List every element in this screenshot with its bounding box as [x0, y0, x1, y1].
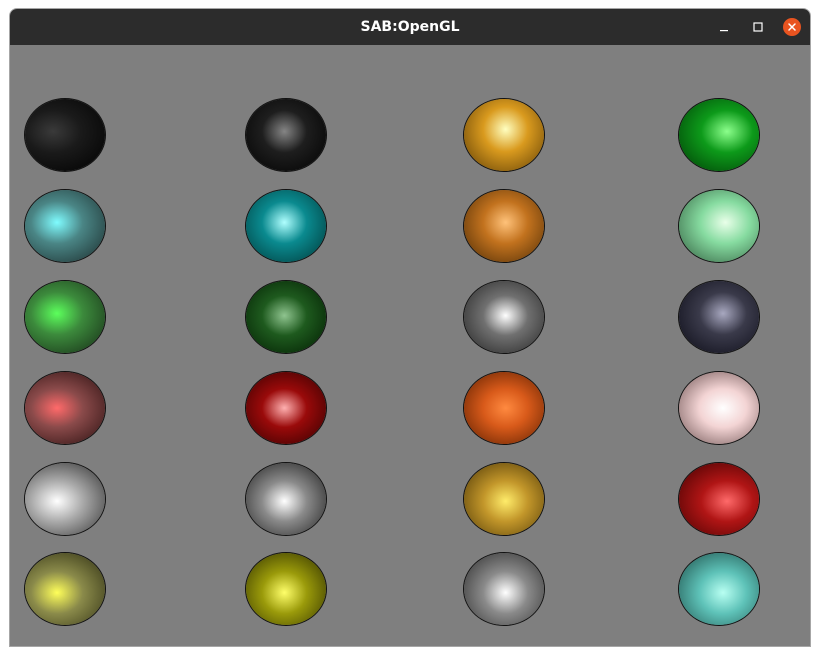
sphere-mint	[679, 190, 759, 262]
sphere-red-plastic	[25, 372, 105, 444]
sphere-emerald-green	[679, 99, 759, 171]
sphere-red-rubber	[679, 463, 759, 535]
sphere-orange	[464, 372, 544, 444]
sphere-ruby	[246, 372, 326, 444]
sphere-jade	[246, 99, 326, 171]
title-bar[interactable]: SAB:OpenGL	[10, 9, 810, 45]
sphere-white-plastic	[25, 463, 105, 535]
maximize-button[interactable]	[749, 18, 767, 36]
sphere-obsidian	[464, 99, 544, 171]
sphere-green-rubber	[246, 281, 326, 353]
minimize-icon	[720, 30, 728, 32]
sphere-turquoise	[679, 553, 759, 625]
close-icon	[788, 23, 796, 31]
sphere-pewter	[679, 281, 759, 353]
sphere-teal	[246, 190, 326, 262]
sphere-pearl	[679, 372, 759, 444]
sphere-yellow-plastic	[25, 553, 105, 625]
sphere-chrome	[464, 281, 544, 353]
window-title: SAB:OpenGL	[360, 19, 460, 35]
sphere-yellow-rubber	[246, 553, 326, 625]
sphere-silver	[246, 463, 326, 535]
opengl-canvas[interactable]	[10, 45, 810, 646]
sphere-gold	[464, 463, 544, 535]
sphere-emerald	[25, 99, 105, 171]
sphere-copper	[464, 190, 544, 262]
sphere-cyan	[25, 190, 105, 262]
close-button[interactable]	[783, 18, 801, 36]
sphere-bronze	[464, 553, 544, 625]
sphere-green-plastic	[25, 281, 105, 353]
app-window: SAB:OpenGL	[10, 9, 810, 646]
maximize-icon	[753, 22, 763, 32]
minimize-button[interactable]	[715, 18, 733, 36]
